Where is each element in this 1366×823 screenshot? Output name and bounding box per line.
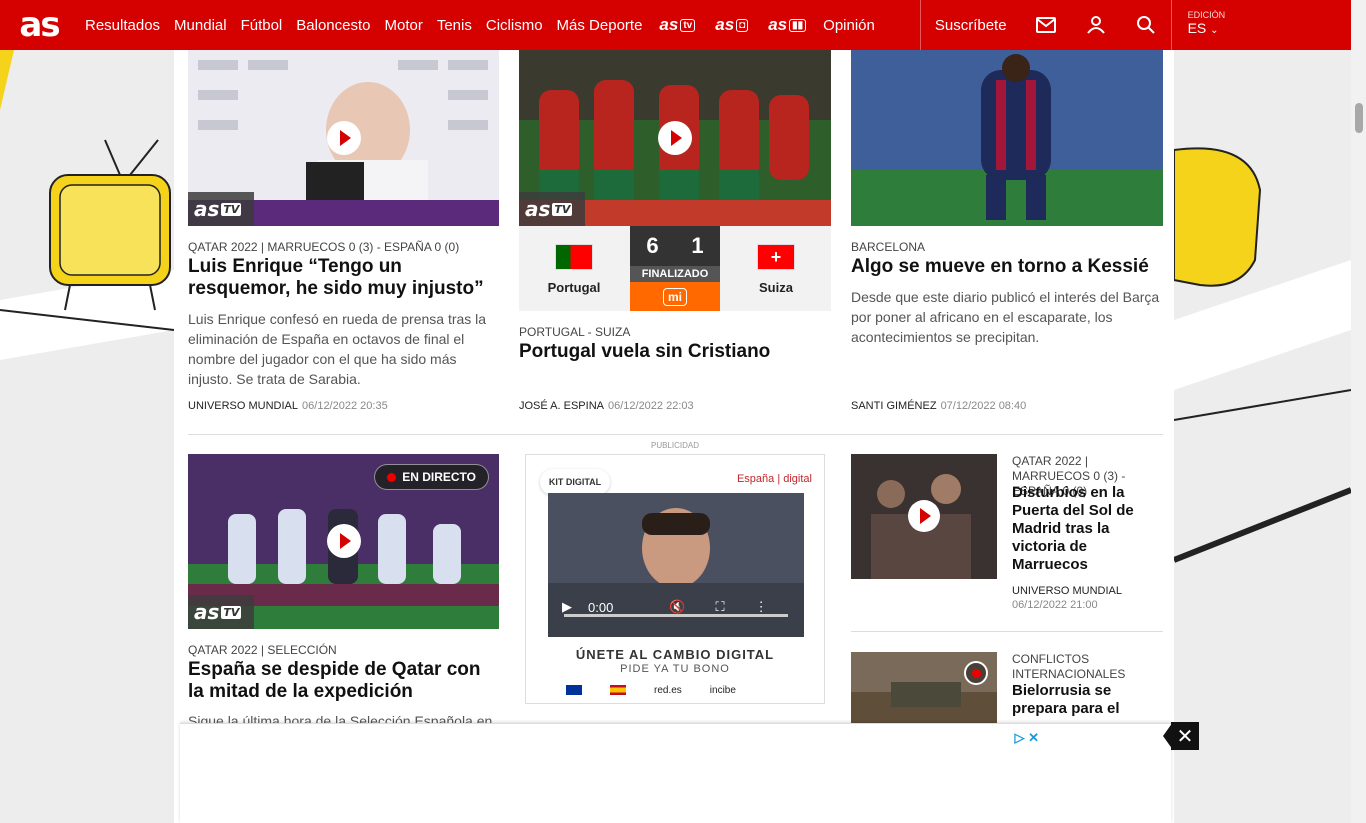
main-nav: Resultados Mundial Fútbol Baloncesto Mot… <box>78 0 882 50</box>
article-4-kicker[interactable]: QATAR 2022 | SELECCIÓN <box>188 643 337 658</box>
nav-item-mas-deporte[interactable]: Más Deporte <box>550 17 650 34</box>
article-6-image[interactable] <box>851 652 997 727</box>
tv-illustration-left <box>49 139 171 311</box>
close-icon[interactable]: ✕ <box>1171 722 1199 750</box>
chevron-down-icon: ⌄ <box>1210 25 1219 36</box>
record-icon <box>964 661 988 685</box>
article-2-byline: JOSÉ A. ESPINA 06/12/2022 22:03 <box>519 400 694 412</box>
nav-item-baloncesto[interactable]: Baloncesto <box>289 17 377 34</box>
video-time: 0:00 <box>588 599 614 615</box>
mute-icon[interactable]: 🔇 <box>669 599 685 615</box>
nav-item-ciclismo[interactable]: Ciclismo <box>479 17 550 34</box>
article-1-headline[interactable]: Luis Enrique “Tengo un resquemor, he sid… <box>188 256 499 300</box>
eu-flag-icon <box>566 685 582 695</box>
play-icon[interactable]: ▶ <box>562 599 572 615</box>
as-logo[interactable]: as <box>0 0 78 50</box>
article-1-image[interactable]: as TV <box>188 50 499 226</box>
home-team: Portugal <box>529 244 619 295</box>
astv-badge: as TV <box>188 192 254 226</box>
author-link[interactable]: UNIVERSO MUNDIAL <box>188 400 298 412</box>
edition-label: EDICIÓN <box>1187 10 1226 20</box>
author-link[interactable]: UNIVERSO MUNDIAL <box>1012 585 1122 597</box>
fullscreen-icon[interactable]: ⛶ <box>716 599 725 615</box>
ad-slogan: ÚNETE AL CAMBIO DIGITAL <box>575 647 775 662</box>
ad-partner-logo: España | digital <box>736 473 812 485</box>
article-5-headline[interactable]: Disturbios en la Puerta del Sol de Madri… <box>1012 484 1164 574</box>
nav-item-opinion[interactable]: Opinión <box>816 17 882 34</box>
ad-cta: PIDE YA TU BONO <box>620 663 730 675</box>
ad-footer-logos: red.es incibe <box>566 685 736 696</box>
away-team: + Suiza <box>731 244 821 295</box>
adchoices-icon[interactable]: ▷ ✕ <box>1014 730 1039 746</box>
portugal-flag-icon <box>555 244 593 270</box>
article-5-image[interactable] <box>851 454 997 579</box>
article-3-headline[interactable]: Algo se mueve en torno a Kessié <box>851 256 1163 278</box>
article-2-image[interactable]: as TV <box>519 50 831 226</box>
more-options-icon[interactable]: ⋮ <box>755 599 768 615</box>
nav-item-tenis[interactable]: Tenis <box>430 17 479 34</box>
play-icon[interactable] <box>908 500 940 532</box>
mail-icon[interactable] <box>1021 0 1071 50</box>
nav-item-motor[interactable]: Motor <box>378 17 430 34</box>
sponsor-logo: mi <box>630 282 720 311</box>
column-divider <box>851 631 1163 632</box>
live-dot-icon <box>387 472 397 482</box>
article-1-summary: Luis Enrique confesó en rueda de prensa … <box>188 311 487 387</box>
article-4-headline[interactable]: España se despide de Qatar con la mitad … <box>188 659 499 703</box>
match-status: FINALIZADO <box>630 266 720 282</box>
top-navigation-bar: as Resultados Mundial Fútbol Baloncesto … <box>0 0 1351 50</box>
play-icon[interactable] <box>327 524 361 558</box>
away-score: 1 <box>691 233 704 258</box>
chair-illustration-right <box>1173 147 1262 287</box>
article-4-image[interactable]: EN DIRECTO as TV <box>188 454 499 629</box>
article-1-kicker[interactable]: QATAR 2022 | MARRUECOS 0 (3) - ESPAÑA 0 … <box>188 240 499 255</box>
author-link[interactable]: JOSÉ A. ESPINA <box>519 400 604 412</box>
nav-brand-aspodcast[interactable]: as ▮▮ <box>758 15 816 35</box>
score-panel: 6 1 FINALIZADO mi <box>630 226 720 311</box>
article-2-headline[interactable]: Portugal vuela sin Cristiano <box>519 341 831 363</box>
ad-video-frame <box>548 493 804 588</box>
ad-label: PUBLICIDAD <box>650 441 699 450</box>
article-3-image[interactable] <box>851 50 1163 226</box>
main-content: as TV QATAR 2022 | MARRUECOS 0 (3) - ESPA… <box>174 0 1174 823</box>
author-link[interactable]: SANTI GIMÉNEZ <box>851 400 937 412</box>
scroll-thumb[interactable] <box>1355 103 1363 133</box>
bottom-ad-banner[interactable]: ▷ ✕ <box>180 723 1171 823</box>
nav-brand-asfoto[interactable]: as ◘ <box>705 15 758 35</box>
article-5-byline: UNIVERSO MUNDIAL 06/12/2022 21:00 <box>1012 585 1123 611</box>
astv-badge: as TV <box>188 595 254 629</box>
article-3-summary: Desde que este diario publicó el interés… <box>851 289 1160 345</box>
user-icon[interactable] <box>1071 0 1121 50</box>
astv-badge: as TV <box>519 192 585 226</box>
article-1-byline: UNIVERSO MUNDIAL 06/12/2022 20:35 <box>188 400 388 412</box>
spain-flag-icon <box>610 685 626 695</box>
edition-selector[interactable]: EDICIÓN ES ⌄ <box>1172 0 1242 50</box>
nav-item-futbol[interactable]: Fútbol <box>234 17 290 34</box>
edition-value: ES ⌄ <box>1187 20 1219 36</box>
article-6-kicker[interactable]: CONFLICTOS INTERNACIONALES <box>1012 652 1164 682</box>
article-2-kicker[interactable]: PORTUGAL - SUIZA <box>519 325 630 340</box>
nav-item-resultados[interactable]: Resultados <box>78 17 167 34</box>
play-icon[interactable] <box>658 121 692 155</box>
page-scrollbar[interactable] <box>1351 0 1366 823</box>
live-badge: EN DIRECTO <box>374 464 489 490</box>
article-6-headline[interactable]: Bielorrusia se prepara para el <box>1012 682 1164 718</box>
kit-digital-ad[interactable]: KIT DIGITAL España | digital ▶ 0:00 🔇 ⛶ … <box>525 454 825 704</box>
ad-video-player[interactable]: ▶ 0:00 🔇 ⛶ ⋮ <box>548 493 804 637</box>
play-icon[interactable] <box>327 121 361 155</box>
nav-brand-astv[interactable]: as tv <box>649 15 705 35</box>
home-score: 6 <box>646 233 659 258</box>
row-divider <box>188 434 1163 435</box>
switzerland-flag-icon: + <box>757 244 795 270</box>
search-icon[interactable] <box>1121 0 1171 50</box>
subscribe-link[interactable]: Suscríbete <box>921 17 1021 34</box>
video-progress-bar[interactable] <box>564 614 788 617</box>
match-scoreboard[interactable]: Portugal 6 1 FINALIZADO mi + Suiza <box>519 226 831 311</box>
ad-brand-logo: KIT DIGITAL <box>540 469 610 495</box>
article-3-byline: SANTI GIMÉNEZ 07/12/2022 08:40 <box>851 400 1027 412</box>
kessie-photo <box>851 50 1163 226</box>
nav-item-mundial[interactable]: Mundial <box>167 17 234 34</box>
article-3-kicker[interactable]: BARCELONA <box>851 240 925 255</box>
